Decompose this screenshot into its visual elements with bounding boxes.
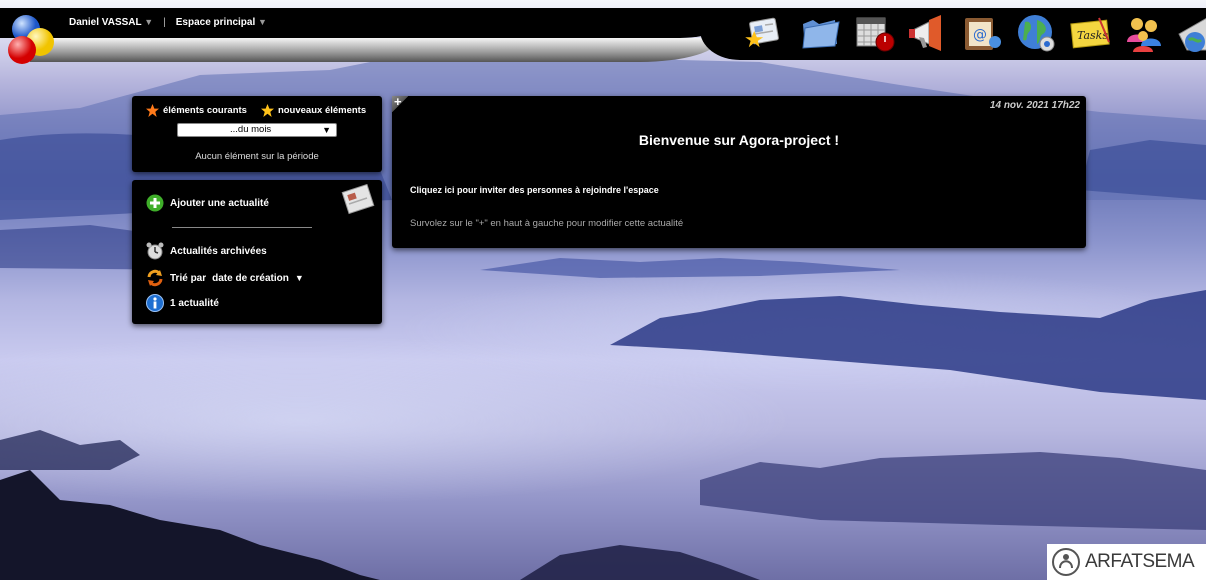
menu-separator: |: [163, 17, 166, 28]
tasks-icon[interactable]: Tasks: [1069, 12, 1111, 54]
news-item: + 14 nov. 2021 17h22 Bienvenue sur Agora…: [392, 95, 1086, 248]
app-icons-bar: @ Tasks: [745, 12, 1206, 54]
menu-divider: [172, 227, 312, 228]
archived-news-label: Actualités archivées: [170, 245, 267, 257]
brand-emblem-icon: [1052, 548, 1080, 576]
news-title: Bienvenue sur Agora-project !: [638, 132, 840, 148]
edit-plus-button[interactable]: +: [392, 95, 408, 112]
user-name-button[interactable]: Daniel VASSAL ▼: [69, 17, 153, 28]
folder-icon[interactable]: [799, 12, 841, 54]
add-news-label: Ajouter une actualité: [170, 197, 269, 209]
sort-prefix: Trié par: [170, 272, 207, 284]
star-orange-icon: [146, 104, 159, 117]
add-news-button[interactable]: Ajouter une actualité: [146, 194, 269, 212]
archived-news-button[interactable]: Actualités archivées: [146, 242, 267, 260]
news-date: 14 nov. 2021 17h22: [989, 100, 1080, 111]
space-name-button[interactable]: Espace principal ▼: [176, 17, 267, 28]
chevron-down-icon: ▼: [294, 273, 304, 283]
user-space-menu: Daniel VASSAL ▼ | Espace principal ▼: [69, 17, 267, 28]
empty-period-text: Aucun élément sur la période: [195, 151, 319, 162]
refresh-arrows-icon: [147, 269, 163, 287]
mail-icon[interactable]: [1177, 12, 1206, 54]
star-yellow-icon: [260, 104, 274, 117]
invite-link[interactable]: Cliquez ici pour inviter des personnes à…: [410, 185, 659, 195]
news-menu-panel: Ajouter une actualité Actualités archivé…: [132, 180, 382, 324]
legend: éléments courants nouveaux éléments: [146, 104, 366, 117]
calendar-icon[interactable]: [853, 12, 895, 54]
news-count-label: 1 actualité: [170, 297, 219, 309]
chevron-down-icon: ▼: [144, 17, 154, 27]
brand-logo: ARFATSEMA: [1047, 544, 1206, 580]
period-panel: éléments courants nouveaux éléments ...d…: [132, 96, 382, 172]
newspaper-icon[interactable]: [745, 12, 787, 54]
chevron-down-icon: ▼: [258, 17, 267, 27]
megaphone-icon[interactable]: [907, 12, 949, 54]
sort-menu[interactable]: Trié par date de création ▼: [146, 269, 304, 287]
news-hint: Survolez sur le "+" en haut à gauche pou…: [410, 218, 684, 229]
contacts-icon[interactable]: @: [961, 12, 1003, 54]
chevron-down-icon: ▼: [322, 125, 331, 135]
top-bar: Daniel VASSAL ▼ | Espace principal ▼ @ T…: [0, 8, 1206, 64]
svg-text:@: @: [973, 27, 987, 43]
brand-name: ARFATSEMA: [1085, 551, 1195, 572]
legend-new: nouveaux éléments: [260, 104, 367, 117]
plus-circle-icon: [146, 194, 164, 212]
newspaper-icon: [341, 184, 375, 215]
legend-current-label: éléments courants: [163, 105, 247, 116]
agora-logo-icon[interactable]: [4, 12, 60, 68]
news-count: 1 actualité: [146, 294, 219, 312]
sort-value: date de création: [212, 272, 289, 284]
period-select-value: ...du mois: [230, 124, 272, 135]
legend-current: éléments courants: [146, 104, 247, 117]
legend-new-label: nouveaux éléments: [277, 105, 367, 116]
top-bar-reflection: [30, 38, 720, 62]
period-select[interactable]: ...du mois ▼: [177, 123, 337, 137]
info-icon: [146, 294, 164, 312]
alarm-clock-icon: [146, 242, 164, 260]
globe-icon[interactable]: [1015, 12, 1057, 54]
users-icon[interactable]: [1123, 12, 1165, 54]
